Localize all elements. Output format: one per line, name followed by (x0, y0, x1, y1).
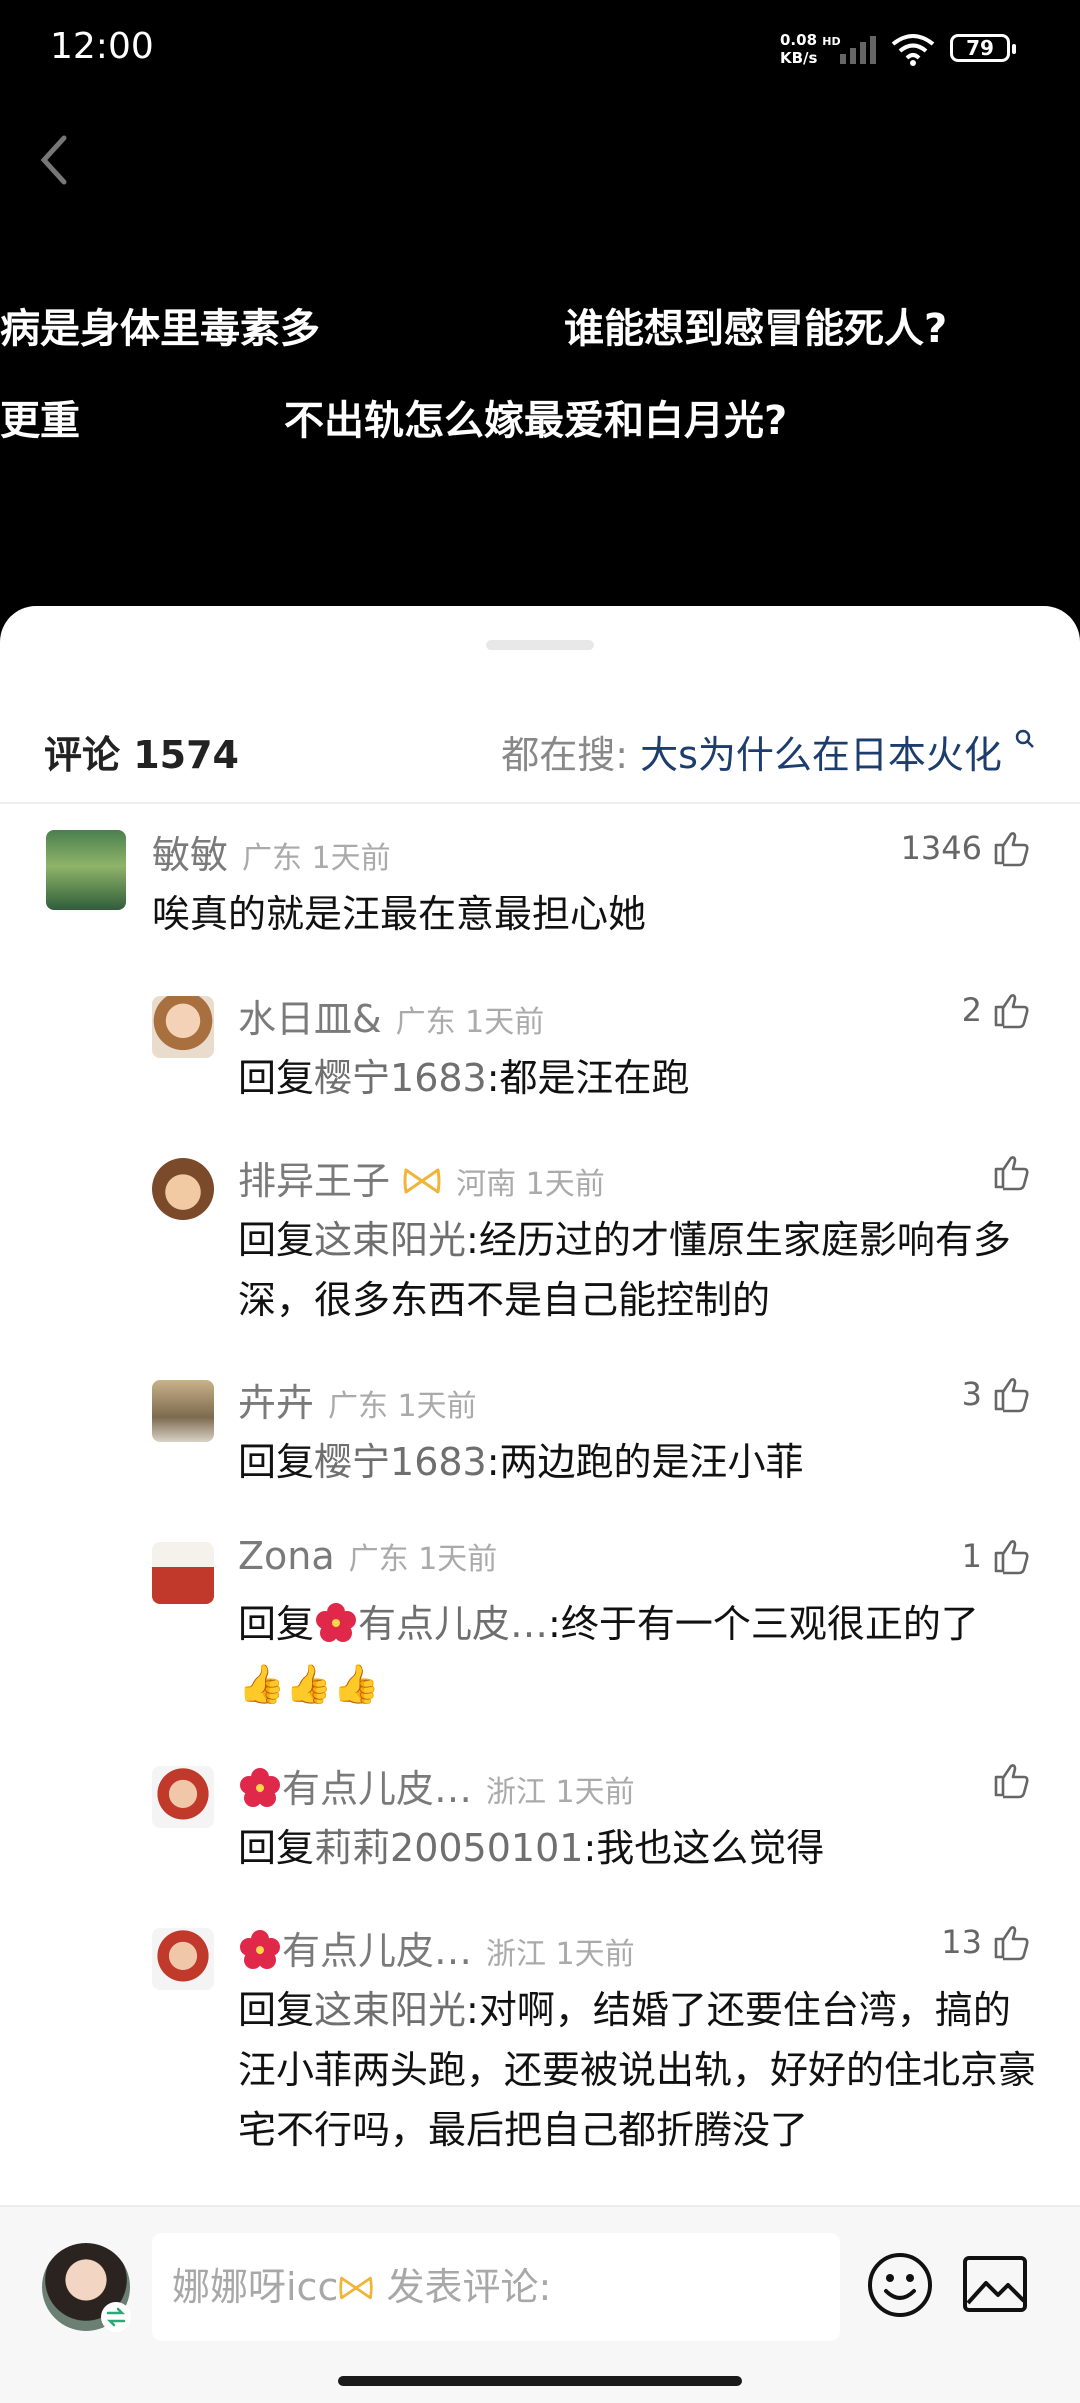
comment-text: 回复樱宁1683:都是汪在跑 (238, 1056, 690, 1100)
comment-meta: 广东 1天前 (395, 1005, 545, 1040)
comment-composer: 娜娜呀icc 发表评论: (0, 2205, 1080, 2403)
net-speed: 0.08 HD KB/s (780, 31, 841, 67)
thumbs-up-icon (994, 1156, 1029, 1191)
avatar[interactable] (152, 996, 214, 1058)
search-icon (1015, 729, 1034, 748)
danmaku-text: 谁能想到感冒能死人? (564, 306, 948, 352)
wifi-icon (891, 34, 935, 66)
comment-text: 唉真的就是汪最在意最担心她 (152, 892, 647, 936)
switch-account-icon[interactable] (100, 2301, 132, 2333)
status-time: 12:00 (50, 26, 154, 67)
like-count: 2 (961, 991, 982, 1029)
input-placeholder: 发表评论: (386, 2265, 552, 2309)
danmaku-text: 不出轨怎么嫁最爱和白月光? (284, 398, 788, 444)
signal-icon (840, 36, 876, 64)
reply-to-user[interactable]: 樱宁1683 (314, 1440, 487, 1484)
comment-input[interactable]: 娜娜呀icc 发表评论: (152, 2233, 840, 2341)
avatar[interactable] (152, 1928, 214, 1990)
back-arrow-icon[interactable] (34, 130, 74, 190)
thumbs-up-icon (994, 1378, 1029, 1413)
user-name[interactable]: 卉卉 (238, 1381, 314, 1425)
comment-meta: 河南 1天前 (456, 1167, 605, 1202)
like-button[interactable]: 1346 (901, 828, 1032, 868)
thumbs-up-icon (994, 1764, 1029, 1799)
user-name[interactable]: 敏敏 (152, 833, 228, 877)
danmaku-text: 病是身体里毒素多 (0, 306, 320, 352)
bow-badge-icon (403, 1168, 441, 1194)
comment-text: 回复莉莉20050101:我也这么觉得 (238, 1826, 825, 1870)
reply-to-user[interactable]: 这束阳光 (314, 1218, 466, 1262)
like-count: 1 (961, 1537, 982, 1575)
avatar[interactable] (152, 1542, 214, 1604)
thumbs-up-icon (994, 1540, 1029, 1575)
like-count: 1346 (900, 829, 982, 867)
comment-count: 评论 1574 (44, 733, 239, 777)
battery-indicator: 79 (950, 34, 1016, 62)
like-count: 13 (941, 1923, 982, 1961)
drag-handle[interactable] (486, 640, 594, 650)
thumbs-up-emoji: 👍👍👍 (238, 1662, 380, 1706)
thumbs-up-icon (994, 1926, 1029, 1961)
like-button[interactable] (982, 1152, 1032, 1192)
comment-meta: 浙江 1天前 (486, 1937, 635, 1972)
hibiscus-flower-icon (316, 1603, 357, 1642)
avatar[interactable] (152, 1766, 214, 1828)
comment-sheet: 评论 1574 都在搜: 大s为什么在日本火化 敏敏 广东 1天前 1346 唉真… (0, 606, 1080, 2401)
comment-text: 回复这束阳光:对啊，结婚了还要住台湾，搞的汪小菲两头跑，还要被说出轨，好好的住北… (238, 1988, 1037, 2152)
emoji-icon[interactable] (866, 2251, 934, 2319)
like-button[interactable]: 1 (962, 1536, 1032, 1576)
my-user-name: 娜娜呀icc (172, 2265, 339, 2309)
comment-meta: 广东 1天前 (328, 1389, 477, 1424)
reply-to-user[interactable]: 这束阳光 (314, 1988, 466, 2032)
danmaku-text: 更重 (0, 398, 80, 444)
user-name[interactable]: 排异王子 (238, 1159, 390, 1203)
image-icon[interactable] (962, 2255, 1028, 2313)
home-indicator[interactable] (338, 2376, 742, 2386)
comment-header: 评论 1574 都在搜: 大s为什么在日本火化 (0, 706, 1080, 804)
avatar[interactable] (152, 1380, 214, 1442)
like-button[interactable]: 13 (941, 1922, 1032, 1962)
trending-search[interactable]: 都在搜: 大s为什么在日本火化 (501, 724, 1036, 779)
status-bar: 12:00 0.08 HD KB/s 79 (0, 0, 1080, 100)
reply-to-user[interactable]: 有点儿皮… (358, 1602, 548, 1646)
bow-badge-icon (339, 2276, 373, 2300)
hibiscus-flower-icon (240, 1930, 280, 1969)
like-button[interactable]: 2 (962, 990, 1032, 1030)
like-count: 3 (961, 1375, 982, 1413)
user-name[interactable]: 水日皿& (238, 997, 382, 1041)
comment-text: 回复 有点儿皮…:终于有一个三观很正的了 👍👍👍 (238, 1602, 979, 1706)
comment-text: 回复这束阳光:经历过的才懂原生家庭影响有多深，很多东西不是自己能控制的 (238, 1218, 1011, 1322)
comment-meta: 广东 1天前 (348, 1542, 498, 1577)
comment-text: 回复樱宁1683:两边跑的是汪小菲 (238, 1440, 804, 1484)
trending-keyword[interactable]: 大s为什么在日本火化 (640, 733, 1002, 777)
reply-to-user[interactable]: 莉莉20050101 (314, 1826, 583, 1870)
user-name[interactable]: Zona (238, 1534, 335, 1578)
like-button[interactable] (982, 1760, 1032, 1800)
avatar[interactable] (152, 1158, 214, 1220)
user-name[interactable]: 有点儿皮… (282, 1767, 472, 1811)
comment-meta: 广东 1天前 (242, 841, 391, 876)
like-button[interactable]: 3 (962, 1374, 1032, 1414)
comment-meta: 浙江 1天前 (486, 1775, 635, 1810)
thumbs-up-icon (994, 832, 1029, 867)
avatar[interactable] (46, 830, 126, 910)
thumbs-up-icon (994, 994, 1029, 1029)
reply-to-user[interactable]: 樱宁1683 (314, 1056, 487, 1100)
hibiscus-flower-icon (240, 1768, 280, 1807)
user-name[interactable]: 有点儿皮… (282, 1929, 472, 1973)
